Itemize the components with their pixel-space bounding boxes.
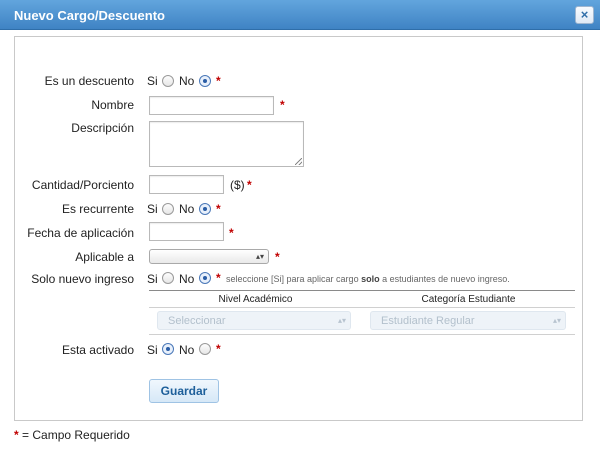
required-legend: * = Campo Requerido — [14, 428, 130, 442]
close-icon[interactable]: × — [575, 6, 594, 24]
active-no-radio[interactable] — [199, 343, 211, 355]
active-yes-label: Si — [147, 343, 158, 357]
amount-unit: ($) — [230, 178, 245, 192]
hint-pre: seleccione [Si] para aplicar cargo — [226, 274, 359, 284]
table-header-rule — [149, 307, 575, 308]
required-mark: * — [216, 271, 221, 285]
recurring-yes-radio[interactable] — [162, 203, 174, 215]
applies-to-label: Aplicable a — [75, 250, 134, 264]
recurring-label: Es recurrente — [61, 202, 134, 216]
level-value: Seleccionar — [168, 315, 226, 327]
name-input[interactable] — [149, 96, 274, 115]
dialog-title: Nuevo Cargo/Descuento — [14, 8, 165, 23]
discount-label: Es un descuento — [44, 74, 134, 88]
level-select[interactable]: Seleccionar ▴▾ — [157, 311, 351, 330]
required-legend-text: = Campo Requerido — [22, 428, 130, 442]
discount-no-label: No — [179, 74, 195, 88]
col-header-level: Nivel Académico — [218, 294, 293, 305]
discount-yes-radio[interactable] — [162, 75, 174, 87]
new-only-label: Solo nuevo ingreso — [31, 272, 134, 286]
table-top-rule — [149, 290, 575, 291]
category-value: Estudiante Regular — [381, 315, 475, 327]
active-no-label: No — [179, 343, 195, 357]
new-only-yes-label: Si — [147, 272, 158, 286]
apply-date-label: Fecha de aplicación — [27, 226, 134, 240]
name-label: Nombre — [91, 98, 134, 112]
dialog-titlebar: Nuevo Cargo/Descuento × — [0, 0, 600, 30]
hint-bold: solo — [361, 274, 380, 284]
required-mark: * — [216, 74, 221, 88]
required-mark: * — [216, 202, 221, 216]
active-yes-radio[interactable] — [162, 343, 174, 355]
amount-input[interactable] — [149, 175, 224, 194]
category-select[interactable]: Estudiante Regular ▴▾ — [370, 311, 566, 330]
required-mark: * — [275, 250, 280, 264]
recurring-no-radio[interactable] — [199, 203, 211, 215]
description-textarea[interactable] — [149, 121, 304, 167]
required-mark: * — [229, 226, 234, 240]
col-header-category: Categoría Estudiante — [421, 294, 516, 305]
new-only-no-radio[interactable] — [199, 272, 211, 284]
discount-yes-label: Si — [147, 74, 158, 88]
recurring-yes-label: Si — [147, 202, 158, 216]
active-label: Esta activado — [61, 343, 134, 357]
new-only-no-label: No — [179, 272, 195, 286]
required-mark: * — [216, 342, 221, 356]
new-only-hint: seleccione [Si] para aplicar cargo solo … — [226, 274, 510, 284]
table-bottom-rule — [149, 334, 575, 335]
required-mark: * — [280, 98, 285, 112]
save-button[interactable]: Guardar — [149, 379, 219, 403]
amount-label: Cantidad/Porciento — [31, 178, 134, 192]
select-arrows-icon: ▴▾ — [255, 252, 264, 261]
required-legend-mark: * — [14, 428, 19, 442]
select-arrows-icon: ▴▾ — [552, 316, 561, 325]
new-only-yes-radio[interactable] — [162, 272, 174, 284]
resize-handle-icon[interactable] — [295, 158, 302, 165]
apply-date-input[interactable] — [149, 222, 224, 241]
recurring-no-label: No — [179, 202, 195, 216]
required-mark: * — [247, 178, 252, 192]
discount-no-radio[interactable] — [199, 75, 211, 87]
applies-to-select[interactable]: ▴▾ — [149, 249, 269, 264]
select-arrows-icon: ▴▾ — [337, 316, 346, 325]
description-label: Descripción — [71, 121, 134, 135]
hint-post: a estudiantes de nuevo ingreso. — [382, 274, 510, 284]
